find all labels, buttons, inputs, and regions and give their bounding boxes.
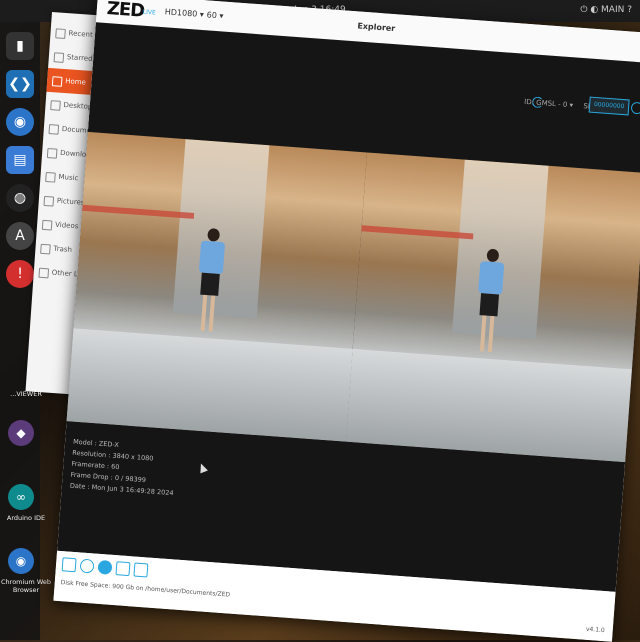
- star-icon: [53, 52, 65, 63]
- viewer-area: ID: GMSL - 0 ▾ SN 00000000 Model : ZED-X…: [57, 22, 640, 592]
- camera-controls: ID: GMSL - 0 ▾ SN 00000000: [443, 84, 640, 119]
- gear-icon[interactable]: [630, 101, 640, 115]
- sn-field[interactable]: 00000000: [588, 96, 630, 116]
- camera-info: Model : ZED-X Resolution : 3840 x 1080 F…: [69, 437, 177, 499]
- files-icon[interactable]: ▤: [6, 146, 34, 174]
- viewer-icon[interactable]: ◆: [8, 420, 34, 446]
- vscode-icon[interactable]: ❮❯: [6, 70, 34, 98]
- desktop-label-viewer[interactable]: ...VIEWER: [0, 390, 52, 398]
- chromium-desktop-icon[interactable]: ◉: [8, 548, 34, 574]
- chromium-icon[interactable]: ◉: [6, 108, 34, 136]
- disk-space: Disk Free Space: 900 Gb on /home/user/Do…: [60, 579, 231, 599]
- video-icon: [41, 219, 53, 231]
- camera-id-select[interactable]: ID: GMSL - 0 ▾: [524, 98, 573, 110]
- person-figure: [191, 227, 229, 334]
- tray-user[interactable]: MAIN: [601, 5, 624, 15]
- obs-icon[interactable]: ◍: [6, 184, 34, 212]
- desktop-label-arduino[interactable]: Arduino IDE: [0, 514, 52, 522]
- stream-icon[interactable]: [79, 558, 95, 574]
- trash-icon: [40, 243, 51, 255]
- camera-snapshot-icon[interactable]: [133, 562, 149, 578]
- arduino-icon[interactable]: A: [6, 222, 34, 250]
- document-icon: [48, 124, 60, 135]
- music-icon: [45, 171, 56, 183]
- system-tray[interactable]: ⏻ ◐ MAIN ?: [580, 5, 632, 15]
- arduino-desktop-icon[interactable]: ∞: [8, 484, 34, 510]
- home-icon: [51, 76, 63, 87]
- picture-icon: [43, 195, 55, 207]
- desktop-icon: [50, 100, 61, 111]
- right-eye-image: [345, 152, 640, 463]
- clock-icon: [55, 28, 66, 39]
- download-icon: [46, 148, 58, 159]
- stereo-stream: [66, 131, 640, 463]
- mouse-cursor: [197, 462, 208, 474]
- person-figure: [470, 248, 508, 355]
- left-eye-image: [66, 131, 368, 442]
- terminal-icon[interactable]: ▮: [6, 32, 34, 60]
- version-label: v4.1.0: [585, 625, 605, 635]
- desktop-label-chromium[interactable]: Chromium Web Browser: [0, 578, 52, 594]
- plus-icon: [38, 267, 50, 279]
- folder-icon[interactable]: [61, 557, 77, 573]
- zed-explorer-window: ZED LIVE HD1080 ▾ 60 ▾ Explorer ID: GMSL…: [53, 0, 640, 642]
- video-mode-icon[interactable]: [115, 561, 131, 577]
- error-icon[interactable]: !: [6, 260, 34, 288]
- record-icon[interactable]: [97, 559, 113, 575]
